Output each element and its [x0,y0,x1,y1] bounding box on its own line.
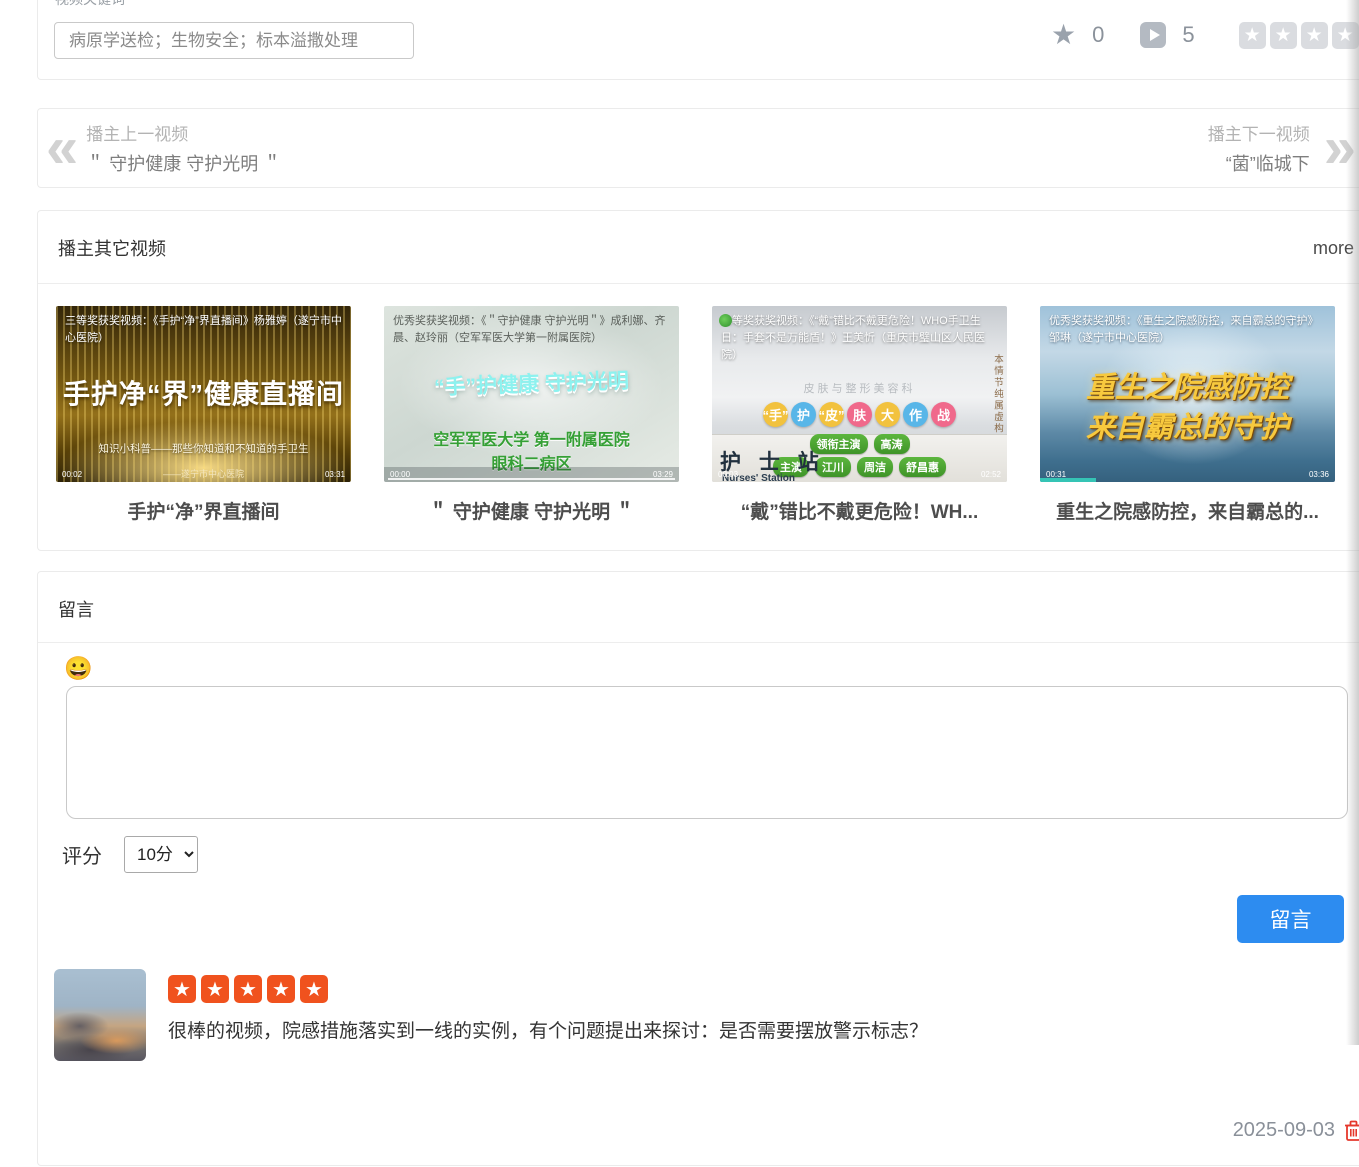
keywords-box: 病原学送检；生物安全；标本溢撒处理 [54,22,414,59]
video-title-link[interactable]: ＂ 守护健康 守护光明 ＂ [384,497,679,524]
comment-text: 很棒的视频，院感措施落实到一线的实例，有个问题提出来探讨：是否需要摆放警示标志？ [168,1016,928,1043]
comments-card: 留言 😀 评分 10分 留言 ★ ★ ★ ★ ★ 很棒的视频，院感措施落实到一线… [37,571,1359,1166]
chevron-left-icon: « [46,119,72,177]
time-current: 00:02 [62,470,82,479]
time-total: 03:29 [653,470,673,479]
bubble-title: “手” 护 “皮” 肤 大 作 战 [712,402,1007,427]
next-video-link[interactable]: 播主下一视频 “菌”临城下 » [1194,119,1350,177]
star-icon: ★ [267,975,295,1003]
clipped-section-label: 视频关键词 [55,0,125,7]
trash-icon[interactable] [1343,1119,1359,1142]
video-item: 优秀奖获奖视频：《重生之院感防控，来自霸总的守护》邹琳（遂宁市中心医院） 重生之… [1040,306,1335,524]
thumbnail-sub-text: 知识小科普——那些你知道和不知道的手卫生 [56,441,351,456]
video-item: 三等奖获奖视频：《手护“净”界直播间》杨雅婷（遂宁市中心医院） 手护净“界”健康… [56,306,351,524]
video-stats: ★ 0 5 ★ ★ ★ ★ ★ [1051,20,1359,50]
time-total: 03:36 [1309,470,1329,479]
rating-select[interactable]: 10分 [124,836,198,873]
avatar [54,969,146,1061]
video-item: 二等奖获奖视频：《“戴”错比不戴更危险！WHO手卫生日：手套不是万能盾！》王美忻… [712,306,1007,524]
time-total: 02:52 [981,470,1001,479]
favorite-count: 0 [1092,22,1104,48]
submit-comment-button[interactable]: 留言 [1237,895,1344,943]
comment-date: 2025-09-03 [1233,1119,1335,1142]
rating-label: 评分 [62,840,102,869]
thumbnail-line1: 空军军医大学 第一附属医院 [384,426,679,450]
video-thumbnails-row: 三等奖获奖视频：《手护“净”界直播间》杨雅婷（遂宁市中心医院） 手护净“界”健康… [38,284,1359,524]
chevron-right-icon: » [1324,119,1350,177]
prev-video-label: 播主上一视频 [86,120,281,145]
time-current: 00:03 [718,470,738,479]
rating-star-icon[interactable]: ★ [1270,22,1297,49]
thumbnail-caption: 三等奖获奖视频：《手护“净”界直播间》杨雅婷（遂宁市中心医院） [56,306,351,347]
star-icon: ★ [234,975,262,1003]
video-item: 优秀奖获奖视频：《＂守护健康 守护光明＂》成利娜、齐晨、赵玲丽（空军军医大学第一… [384,306,679,524]
wall-sign-text: 皮肤与整形美容科 [712,380,1007,396]
rating-star-icon[interactable]: ★ [1332,22,1359,49]
emoji-picker-icon[interactable]: 😀 [64,655,93,682]
prev-next-nav-card: « 播主上一视频 ＂ 守护健康 守护光明 ＂ 播主下一视频 “菌”临城下 » [37,108,1359,188]
thumbnail-caption: 优秀奖获奖视频：《重生之院感防控，来自霸总的守护》邹琳（遂宁市中心医院） [1040,306,1335,347]
video-thumbnail-2[interactable]: 优秀奖获奖视频：《＂守护健康 守护光明＂》成利娜、齐晨、赵玲丽（空军军医大学第一… [384,306,679,482]
video-title-link[interactable]: 重生之院感防控，来自霸总的... [1040,497,1335,524]
other-videos-card: 播主其它视频 more 三等奖获奖视频：《手护“净”界直播间》杨雅婷（遂宁市中心… [37,210,1359,551]
time-current: 00:00 [390,470,410,479]
video-thumbnail-1[interactable]: 三等奖获奖视频：《手护“净”界直播间》杨雅婷（遂宁市中心医院） 手护净“界”健康… [56,306,351,482]
play-count-icon [1140,22,1166,48]
thumbnail-main-text: “手”护健康 守护光明 [384,363,679,403]
video-thumbnail-3[interactable]: 二等奖获奖视频：《“戴”错比不戴更危险！WHO手卫生日：手套不是万能盾！》王美忻… [712,306,1007,482]
comment-rating-stars: ★ ★ ★ ★ ★ [168,975,928,1003]
rating-star-icon[interactable]: ★ [1301,22,1328,49]
rating-stars[interactable]: ★ ★ ★ ★ ★ [1239,22,1359,49]
next-video-label: 播主下一视频 [1208,120,1310,145]
rating-star-icon[interactable]: ★ [1239,22,1266,49]
prev-video-title[interactable]: ＂ 守护健康 守护光明 ＂ [86,150,281,176]
award-badge-icon [719,314,732,327]
comment-input[interactable] [66,686,1348,819]
disclaimer-text: 本情节纯属虚构 [990,354,1004,435]
video-title-link[interactable]: 手护“净”界直播间 [56,497,351,524]
comment-item: ★ ★ ★ ★ ★ 很棒的视频，院感措施落实到一线的实例，有个问题提出来探讨：是… [54,969,1348,1061]
star-icon: ★ [168,975,196,1003]
thumbnail-caption: 优秀奖获奖视频：《＂守护健康 守护光明＂》成利娜、齐晨、赵玲丽（空军军医大学第一… [384,306,679,347]
thumbnail-main-text-line2: 来自霸总的守护 [1040,404,1335,446]
time-current: 00:31 [1046,470,1066,479]
comments-header: 留言 [38,572,1359,643]
video-title-link[interactable]: “戴”错比不戴更危险！WH... [712,497,1007,524]
thumbnail-caption: 二等奖获奖视频：《“戴”错比不戴更危险！WHO手卫生日：手套不是万能盾！》王美忻… [712,306,1007,364]
thumbnail-main-text: 手护净“界”健康直播间 [56,373,351,412]
play-count: 5 [1182,22,1194,48]
thumbnail-main-text-line1: 重生之院感防控 [1040,364,1335,406]
time-total: 03:31 [325,470,345,479]
video-thumbnail-4[interactable]: 优秀奖获奖视频：《重生之院感防控，来自霸总的守护》邹琳（遂宁市中心医院） 重生之… [1040,306,1335,482]
video-keywords-card: 视频关键词 病原学送检；生物安全；标本溢撒处理 ★ 0 5 ★ ★ ★ ★ ★ [37,0,1359,80]
favorite-star-icon[interactable]: ★ [1051,20,1076,50]
other-videos-header: 播主其它视频 [58,235,166,261]
star-icon: ★ [201,975,229,1003]
prev-video-link[interactable]: « 播主上一视频 ＂ 守护健康 守护光明 ＂ [46,119,295,177]
star-icon: ★ [300,975,328,1003]
more-link[interactable]: more [1313,238,1354,259]
next-video-title[interactable]: “菌”临城下 [1226,150,1310,176]
